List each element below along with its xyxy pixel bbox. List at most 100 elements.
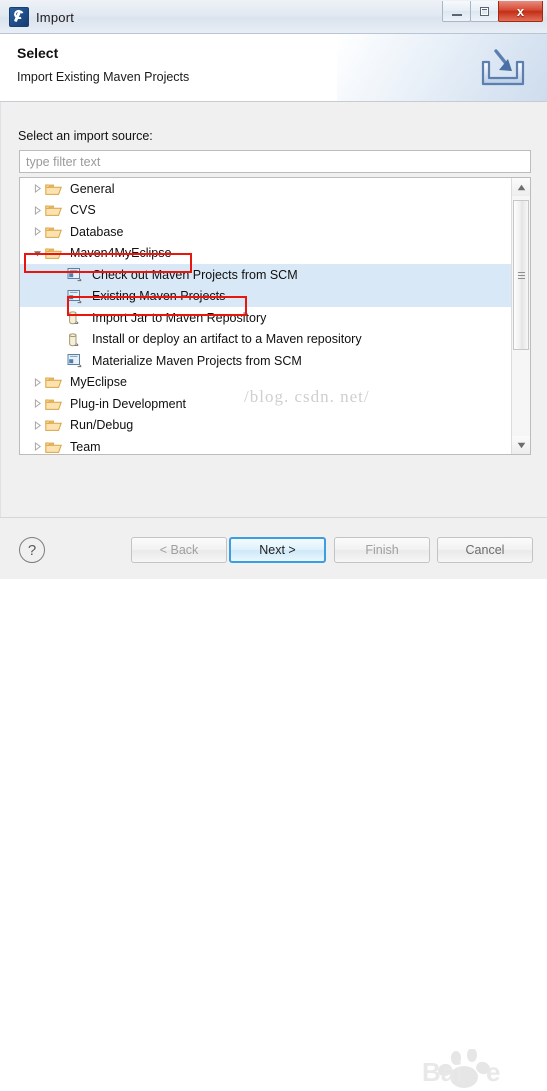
tree-item[interactable]: Install or deploy an artifact to a Maven…: [20, 329, 512, 351]
dialog-footer: ? < Back Next > Finish Cancel Bai e: [0, 517, 547, 1088]
window-title: Import: [36, 9, 75, 25]
tree-item[interactable]: Run/Debug: [20, 415, 512, 437]
triangle-down-icon[interactable]: [512, 436, 530, 454]
folder-icon: [45, 184, 62, 195]
chevron-right-icon: [34, 227, 42, 237]
tree-item[interactable]: Existing Maven Projects: [20, 285, 512, 307]
jar-icon: [69, 333, 79, 346]
tree-item[interactable]: Materialize Maven Projects from SCM: [20, 350, 512, 372]
tree-item[interactable]: Maven4MyEclipse: [20, 243, 512, 265]
maven-scm-icon: [67, 267, 87, 282]
chevron-right-icon: [34, 420, 42, 430]
folder-icon: [45, 418, 65, 432]
scrollbar-grip-line: [517, 277, 525, 279]
folder-icon: [45, 399, 62, 410]
chevron-right-icon: [34, 184, 42, 194]
chevron-right-icon[interactable]: [30, 227, 45, 237]
tree-item[interactable]: General: [20, 178, 512, 200]
chevron-right-icon[interactable]: [30, 420, 45, 430]
maximize-button[interactable]: [470, 1, 499, 22]
svg-text:e: e: [486, 1057, 500, 1087]
folder-icon: [45, 248, 62, 260]
svg-text:Bai: Bai: [422, 1057, 462, 1087]
tree-item[interactable]: CVS: [20, 200, 512, 222]
chevron-down-icon: [34, 250, 41, 257]
tree-item-label: CVS: [70, 203, 96, 218]
tree-item-label: Check out Maven Projects from SCM: [92, 267, 298, 282]
chevron-right-icon: [34, 442, 42, 452]
tree-item[interactable]: Team: [20, 436, 512, 454]
maven-scm-icon: [67, 268, 82, 282]
scrollbar-grip-line: [517, 274, 525, 276]
tree-item-label: Database: [70, 224, 124, 239]
dialog-body: Select an import source: General CVS Datab…: [0, 102, 547, 517]
chevron-right-icon: [34, 399, 42, 409]
folder-icon: [45, 246, 65, 260]
folder-icon: [45, 227, 62, 238]
tree-item-label: Import Jar to Maven Repository: [92, 310, 267, 325]
tree-item[interactable]: Check out Maven Projects from SCM: [20, 264, 512, 286]
chevron-right-icon: [34, 377, 42, 387]
page-subtitle: Import Existing Maven Projects: [17, 70, 190, 84]
chevron-right-icon[interactable]: [30, 442, 45, 452]
tree-item-label: Install or deploy an artifact to a Maven…: [92, 332, 362, 347]
title-bar-left: Import: [9, 7, 74, 27]
jar-icon: [67, 332, 87, 347]
folder-icon: [45, 442, 62, 453]
finish-button[interactable]: Finish: [334, 537, 430, 563]
scrollbar-grip-line: [517, 271, 525, 273]
folder-icon: [45, 377, 62, 389]
back-button[interactable]: < Back: [131, 537, 227, 563]
tree-item[interactable]: Import Jar to Maven Repository: [20, 307, 512, 329]
folder-icon: [45, 203, 65, 217]
tree-vertical-scrollbar[interactable]: [511, 178, 530, 454]
tree-item[interactable]: Plug-in Development: [20, 393, 512, 415]
folder-icon: [45, 225, 65, 239]
wrench-icon: [9, 7, 29, 27]
tree-item-label: Run/Debug: [70, 418, 134, 433]
window-controls: x: [442, 1, 543, 25]
tree-item-label: Plug-in Development: [70, 396, 187, 411]
close-button[interactable]: x: [498, 1, 543, 22]
jar-icon: [67, 310, 87, 325]
scrollbar-thumb[interactable]: [513, 200, 529, 350]
chevron-right-icon[interactable]: [30, 184, 45, 194]
tree-scroll-port: General CVS Database Maven4MyEclipse Check o…: [20, 178, 512, 454]
tree-item[interactable]: MyEclipse: [20, 372, 512, 394]
minimize-button[interactable]: [442, 1, 471, 22]
tree-item[interactable]: Database: [20, 221, 512, 243]
folder-icon: [45, 440, 65, 454]
jar-icon: [69, 311, 79, 325]
triangle-up-icon[interactable]: [512, 178, 530, 196]
chevron-right-icon[interactable]: [30, 377, 45, 387]
chevron-right-icon[interactable]: [30, 399, 45, 409]
help-button[interactable]: ?: [19, 537, 45, 563]
tree-item-label: MyEclipse: [70, 375, 127, 390]
baidu-watermark: Bai e: [422, 1049, 500, 1088]
tree-item-label: Materialize Maven Projects from SCM: [92, 353, 302, 368]
next-button[interactable]: Next >: [229, 537, 326, 563]
import-source-tree[interactable]: General CVS Database Maven4MyEclipse Check o…: [19, 177, 531, 455]
tree-item-label: General: [70, 181, 115, 196]
maven-scm-icon: [67, 353, 87, 368]
folder-icon: [45, 397, 65, 411]
chevron-right-icon[interactable]: [30, 205, 45, 215]
import-source-label: Select an import source:: [18, 129, 153, 143]
tree-item-label: Maven4MyEclipse: [70, 246, 172, 261]
import-arrow-icon: [481, 49, 525, 86]
folder-icon: [45, 375, 65, 389]
folder-icon: [45, 420, 62, 432]
page-title: Select: [17, 45, 59, 61]
folder-icon: [45, 205, 62, 217]
tree-item-label: Team: [70, 439, 101, 454]
cancel-button[interactable]: Cancel: [437, 537, 533, 563]
folder-icon: [45, 182, 65, 196]
chevron-right-icon: [34, 205, 42, 215]
import-dialog: Import x Select Import Existing Maven Pr…: [0, 0, 547, 1088]
maven-scm-icon: [67, 289, 87, 304]
dialog-header: Select Import Existing Maven Projects: [0, 34, 547, 102]
maven-scm-icon: [67, 354, 82, 368]
chevron-down-icon[interactable]: [30, 249, 45, 258]
filter-input[interactable]: [19, 150, 531, 173]
maven-scm-icon: [67, 289, 82, 303]
